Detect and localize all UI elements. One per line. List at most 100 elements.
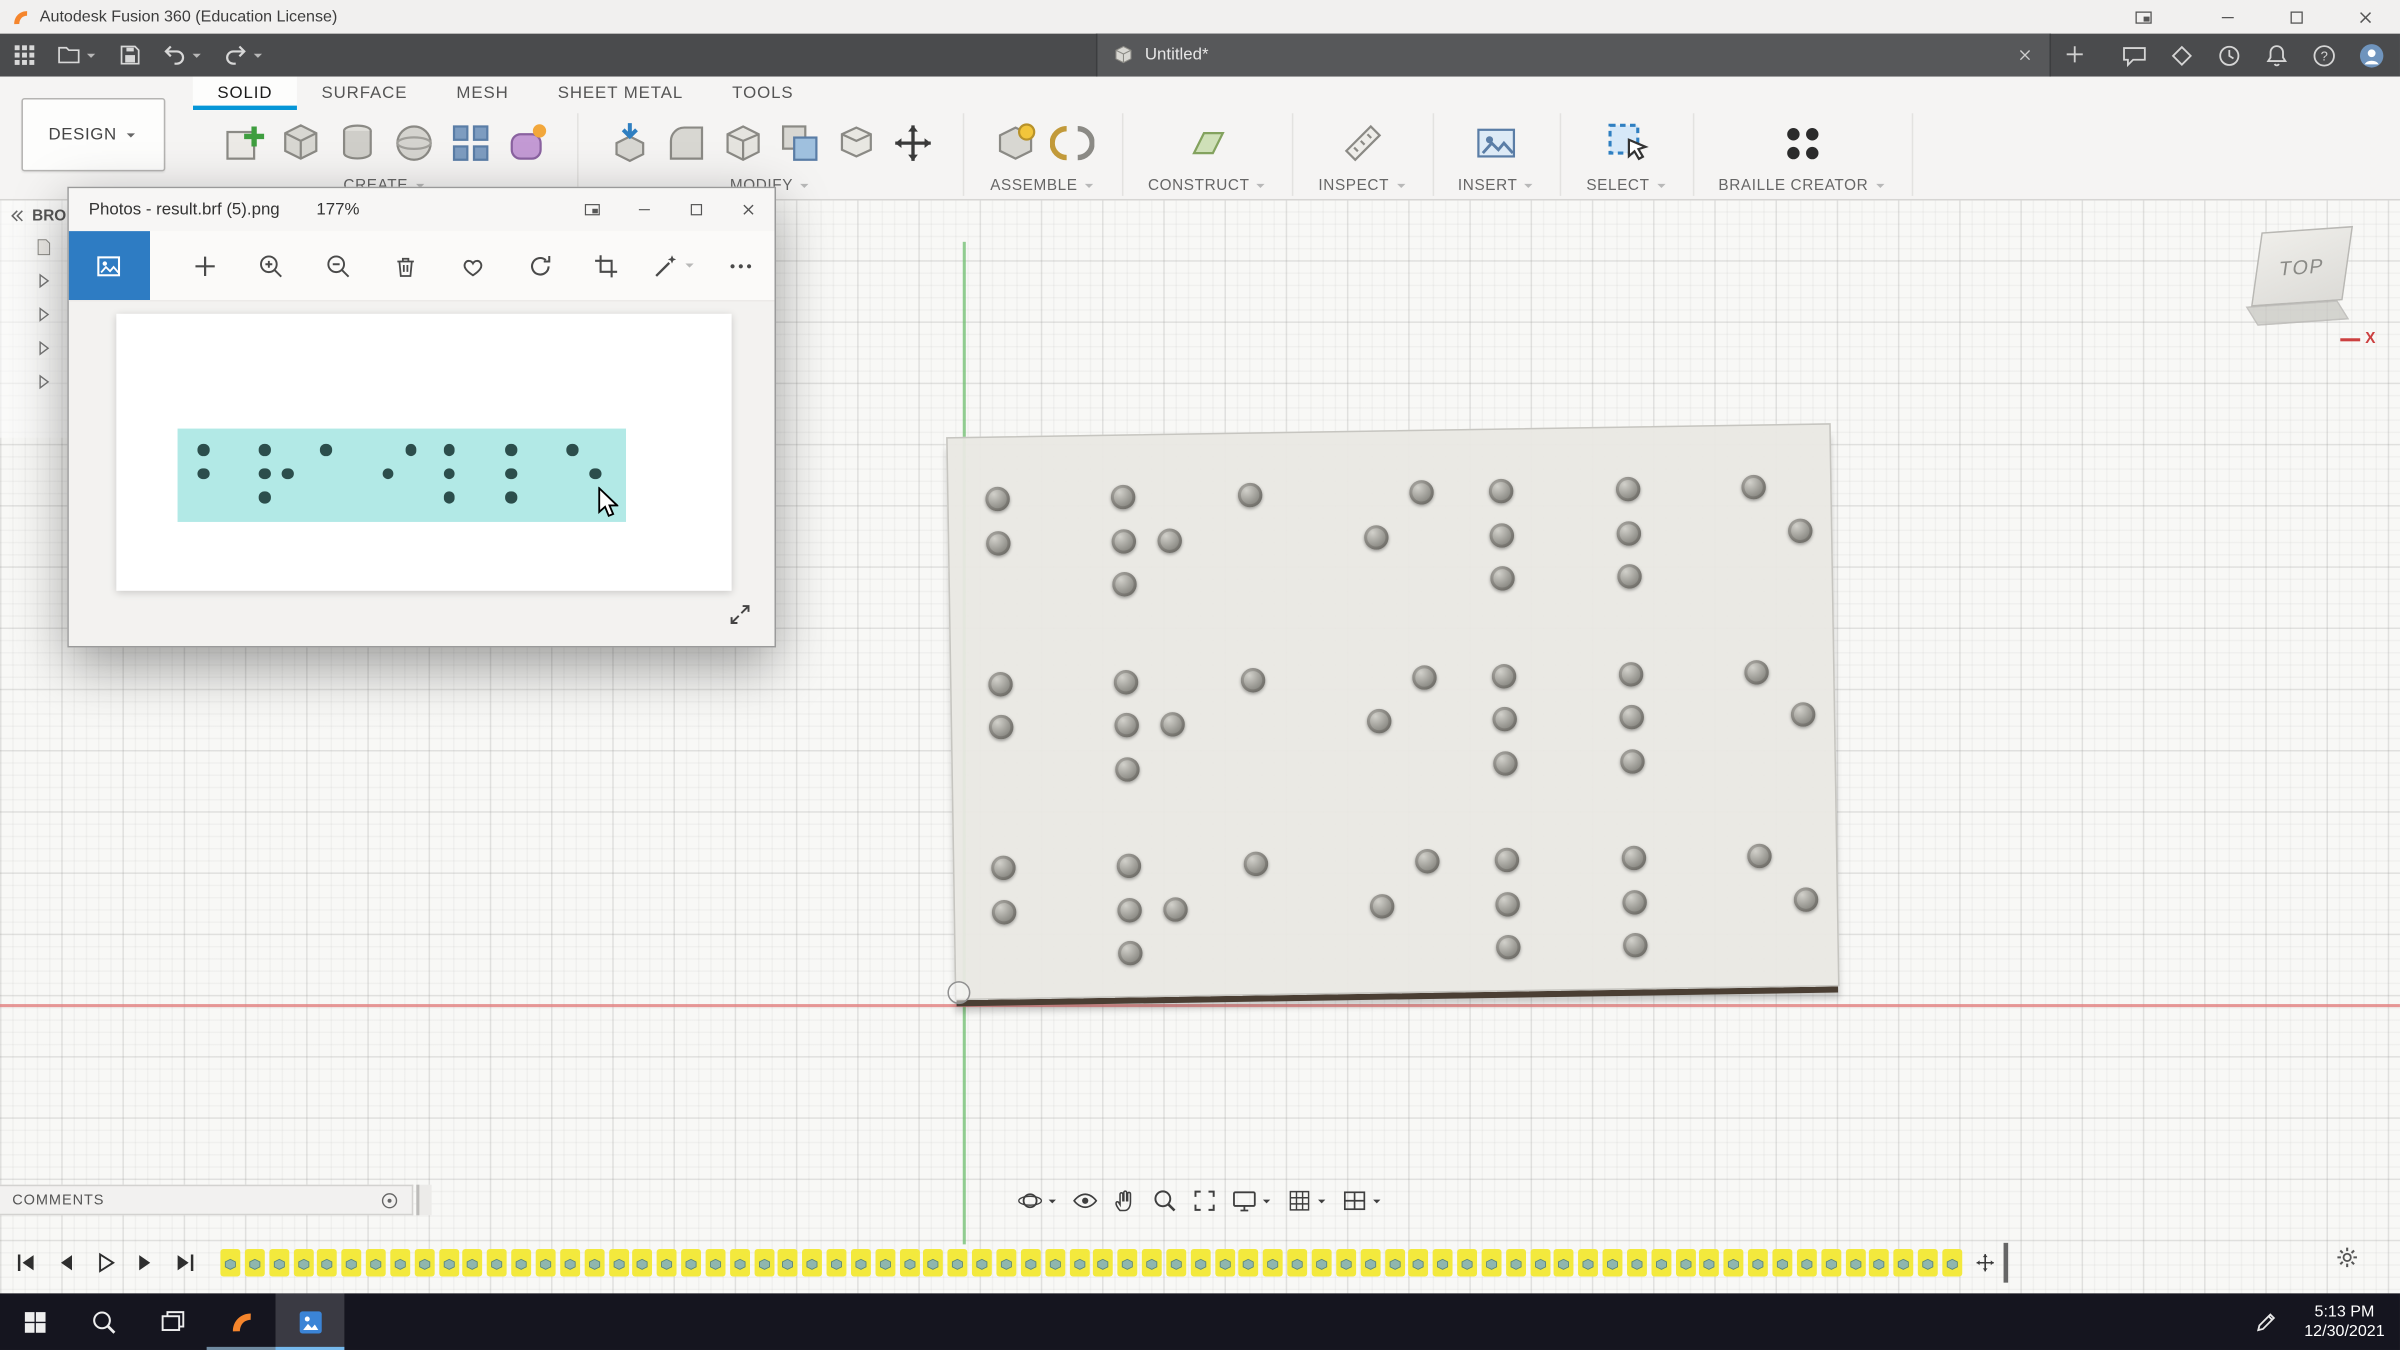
comments-panel-handle[interactable] (416, 1184, 432, 1216)
timeline-feature[interactable] (1626, 1248, 1647, 1277)
qat-file-button[interactable] (57, 43, 98, 67)
timeline-feature[interactable] (487, 1248, 508, 1277)
timeline-feature[interactable] (656, 1248, 677, 1277)
qat-undo-button[interactable] (162, 43, 203, 67)
timeline-feature[interactable] (1457, 1248, 1478, 1277)
tab-close-icon[interactable] (2016, 46, 2034, 64)
clock-icon[interactable] (2216, 42, 2242, 68)
timeline-feature[interactable] (365, 1248, 386, 1277)
tool-shell-button[interactable] (716, 116, 768, 168)
tool-construction-plane-button[interactable] (1182, 116, 1234, 168)
timeline-feature[interactable] (1263, 1248, 1284, 1277)
tool-cylinder-button[interactable] (331, 116, 383, 168)
ribbon-tab-surface[interactable]: SURFACE (297, 77, 432, 111)
photos-maximize-button[interactable] (670, 188, 722, 231)
timeline-feature[interactable] (1772, 1248, 1793, 1277)
viewcube-top-face[interactable]: TOP (2250, 225, 2354, 307)
timeline-feature[interactable] (996, 1248, 1017, 1277)
timeline-feature[interactable] (462, 1248, 483, 1277)
timeline-feature[interactable] (753, 1248, 774, 1277)
braille-plate-body[interactable] (946, 423, 1840, 1001)
qat-redo-button[interactable] (223, 43, 264, 67)
photos-rotate-button[interactable] (506, 231, 573, 300)
avatar-icon[interactable] (2359, 42, 2385, 68)
timeline-feature[interactable] (559, 1248, 580, 1277)
timeline-feature[interactable] (850, 1248, 871, 1277)
windows-ink-icon[interactable] (2254, 1309, 2280, 1335)
timeline-feature[interactable] (1408, 1248, 1429, 1277)
new-tab-button[interactable] (2063, 43, 2086, 66)
group-label-insert[interactable]: INSERT (1458, 178, 1536, 196)
tool-select-window-button[interactable] (1601, 116, 1653, 168)
timeline-feature[interactable] (826, 1248, 847, 1277)
timeline-feature[interactable] (390, 1248, 411, 1277)
job-status-icon[interactable] (2169, 42, 2195, 68)
zoom-button[interactable] (1152, 1188, 1178, 1214)
timeline-feature[interactable] (1869, 1248, 1890, 1277)
timeline-feature[interactable] (1529, 1248, 1550, 1277)
comment-indicator-icon[interactable] (380, 1190, 400, 1210)
photos-close-button[interactable] (722, 188, 774, 231)
tool-combine-button[interactable] (773, 116, 825, 168)
expand-arrow-icon[interactable] (34, 305, 54, 325)
comments-panel[interactable]: COMMENTS (0, 1184, 414, 1216)
timeline-feature[interactable] (1796, 1248, 1817, 1277)
tool-insert-image-button[interactable] (1471, 116, 1523, 168)
tool-measure-button[interactable] (1337, 116, 1389, 168)
photos-add-to-button[interactable] (171, 231, 238, 300)
taskbar-photos-button[interactable] (275, 1293, 345, 1350)
comment-icon[interactable] (2121, 42, 2147, 68)
timeline-feature[interactable] (923, 1248, 944, 1277)
component-icon[interactable] (34, 237, 54, 257)
expand-arrow-icon[interactable] (34, 372, 54, 392)
timeline-feature[interactable] (1190, 1248, 1211, 1277)
photos-zoom-in-button[interactable] (238, 231, 305, 300)
timeline-settings-icon[interactable] (2334, 1244, 2360, 1270)
timeline-feature[interactable] (220, 1248, 241, 1277)
tool-pattern-button[interactable] (444, 116, 496, 168)
timeline-feature[interactable] (1069, 1248, 1090, 1277)
group-label-braille-creator[interactable]: BRAILLE CREATOR (1718, 178, 1886, 196)
photos-crop-button[interactable] (573, 231, 640, 300)
document-tab[interactable]: Untitled* (1095, 33, 2052, 77)
timeline-feature[interactable] (778, 1248, 799, 1277)
tool-fillet-button[interactable] (660, 116, 712, 168)
ribbon-tab-tools[interactable]: TOOLS (708, 77, 818, 111)
timeline-feature[interactable] (705, 1248, 726, 1277)
photos-favorite-button[interactable] (439, 231, 506, 300)
timeline-feature[interactable] (1699, 1248, 1720, 1277)
timeline-feature[interactable] (1505, 1248, 1526, 1277)
notifications-icon[interactable] (2264, 42, 2290, 68)
timeline-feature[interactable] (414, 1248, 435, 1277)
qat-save-button[interactable] (118, 43, 142, 67)
tool-braille-dots-button[interactable] (1777, 116, 1829, 168)
timeline-feature[interactable] (1602, 1248, 1623, 1277)
timeline-feature[interactable] (1942, 1248, 1963, 1277)
taskbar-start-button[interactable] (0, 1293, 69, 1350)
timeline-feature[interactable] (341, 1248, 362, 1277)
timeline-feature[interactable] (1335, 1248, 1356, 1277)
timeline-position-bar[interactable] (2003, 1242, 2008, 1283)
timeline-feature[interactable] (1044, 1248, 1065, 1277)
fullscreen-icon[interactable] (727, 602, 753, 628)
timeline-feature[interactable] (1820, 1248, 1841, 1277)
taskbar-clock[interactable]: 5:13 PM 12/30/2021 (2304, 1302, 2384, 1342)
timeline-feature[interactable] (1020, 1248, 1041, 1277)
expand-arrow-icon[interactable] (34, 271, 54, 291)
photos-minimize-button[interactable] (618, 188, 670, 231)
timeline-feature[interactable] (1093, 1248, 1114, 1277)
tool-move-copy-button[interactable] (886, 116, 938, 168)
grid-snaps-button[interactable] (1286, 1188, 1327, 1214)
timeline-feature[interactable] (317, 1248, 338, 1277)
photos-delete-button[interactable] (372, 231, 439, 300)
display-settings-button[interactable] (1231, 1188, 1272, 1214)
timeline-feature[interactable] (1554, 1248, 1575, 1277)
timeline-feature[interactable] (1384, 1248, 1405, 1277)
titlebar-extra-icon[interactable] (2134, 7, 2154, 27)
group-label-select[interactable]: SELECT (1586, 178, 1668, 196)
ribbon-tab-sheet-metal[interactable]: SHEET METAL (533, 77, 707, 111)
ribbon-tab-mesh[interactable]: MESH (432, 77, 533, 111)
tool-sphere-button[interactable] (387, 116, 439, 168)
view-cube[interactable]: TOP (2245, 223, 2360, 330)
timeline-feature[interactable] (972, 1248, 993, 1277)
